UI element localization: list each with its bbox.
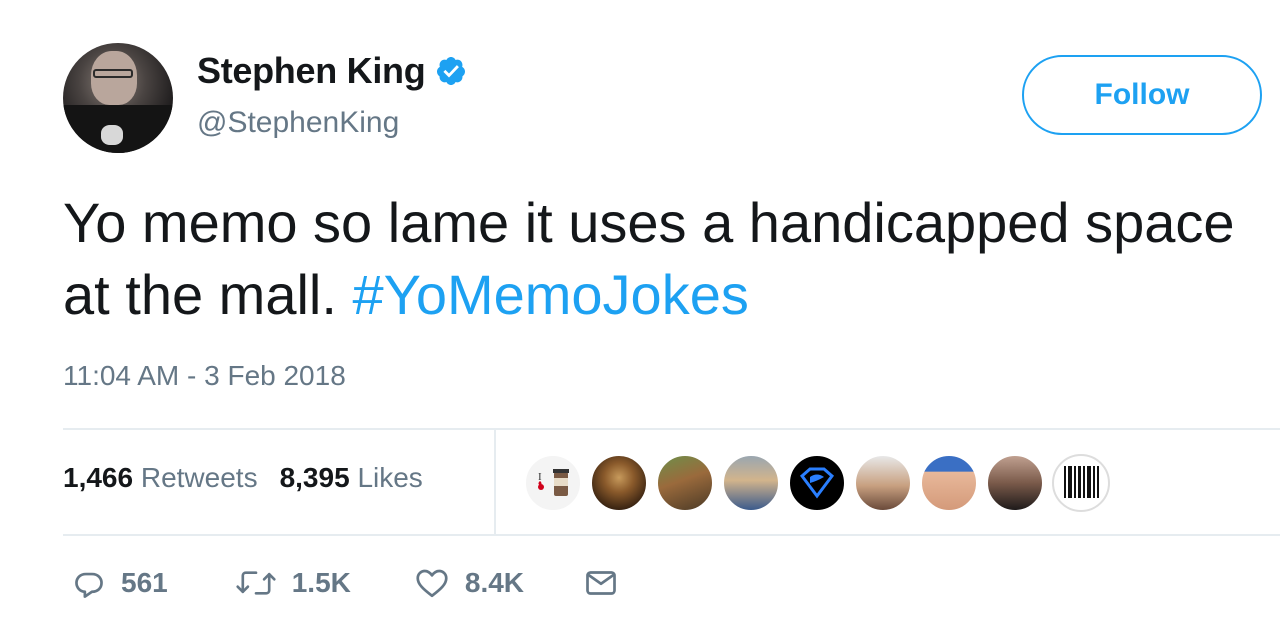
hashtag-link[interactable]: #YoMemoJokes (352, 263, 748, 326)
retweets-count: 1,466 (63, 462, 134, 493)
likes-label: Likes (357, 462, 423, 493)
retweets-stat[interactable]: 1,466 Retweets (63, 462, 258, 494)
author-avatar[interactable] (63, 43, 173, 153)
avatar-glasses (93, 69, 133, 78)
reply-count: 561 (121, 567, 168, 598)
liker-avatar-person-sunglasses[interactable] (986, 454, 1044, 512)
divider-top (63, 428, 1280, 430)
author-name-row[interactable]: Stephen King (197, 50, 467, 92)
heart-icon (416, 569, 448, 598)
liker-avatar-coffee[interactable]: I (524, 454, 582, 512)
direct-message-action[interactable] (582, 565, 620, 601)
author-name[interactable]: Stephen King (197, 50, 426, 92)
like-action[interactable]: 8.4K (413, 565, 524, 601)
retweets-label: Retweets (140, 462, 258, 493)
liker-avatar-couple[interactable] (854, 454, 912, 512)
likes-stat[interactable]: 8,395 Likes (280, 462, 423, 494)
tweet-actions: 561 1.5K 8.4K (63, 565, 620, 601)
divider-bottom (63, 534, 1280, 536)
superman-logo-icon (799, 467, 835, 499)
follow-button[interactable]: Follow (1022, 55, 1262, 135)
likers-avatars: I (524, 454, 1110, 512)
envelope-icon (586, 571, 616, 595)
reply-action[interactable]: 561 (71, 565, 168, 601)
coffee-cup-icon: I (538, 469, 569, 496)
liker-avatar-person-cap[interactable] (920, 454, 978, 512)
retweet-icon (236, 571, 276, 595)
reply-icon (75, 572, 103, 598)
tweet-timestamp[interactable]: 11:04 AM - 3 Feb 2018 (63, 360, 346, 392)
retweet-action[interactable]: 1.5K (234, 565, 351, 601)
likes-count: 8,395 (279, 462, 350, 493)
barcode-icon (1064, 466, 1099, 498)
liker-avatar-superman[interactable] (788, 454, 846, 512)
like-count: 8.4K (464, 567, 525, 598)
retweet-count: 1.5K (291, 567, 351, 598)
author-handle[interactable]: @StephenKing (197, 106, 399, 140)
liker-avatar-two-people[interactable] (722, 454, 780, 512)
liker-avatar-barcode[interactable] (1052, 454, 1110, 512)
stats-divider (494, 430, 496, 534)
liker-avatar-outdoor[interactable] (656, 454, 714, 512)
avatar-shirt-print (101, 125, 123, 145)
verified-badge-icon (437, 57, 466, 85)
tweet-text: Yo memo so lame it uses a handicapped sp… (63, 187, 1263, 331)
tweet-stats: 1,466 Retweets 8,395 Likes (63, 462, 423, 494)
liker-avatar-mona-lisa[interactable] (590, 454, 648, 512)
avatar-face (91, 51, 137, 105)
